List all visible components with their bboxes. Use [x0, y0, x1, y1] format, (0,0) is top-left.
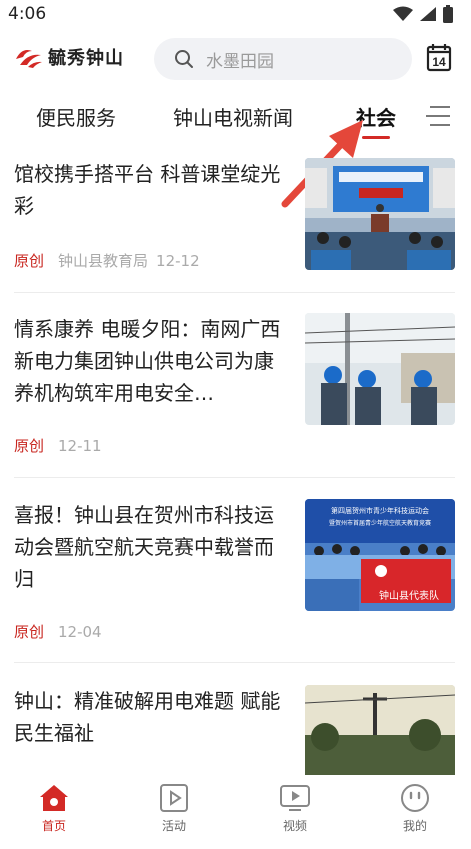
search-icon	[175, 50, 193, 68]
nav-label: 我的	[402, 819, 427, 833]
news-thumbnail	[305, 313, 455, 425]
news-date: 12-04	[58, 623, 102, 641]
calendar-button[interactable]: 14	[426, 42, 452, 76]
team-photo: 第四届贺州市青少年科技运动会 暨贺州市首届青少年航空航天教育竞赛 钟山县代表队	[305, 499, 455, 611]
nav-activity[interactable]: 活动	[134, 783, 214, 834]
news-meta: 原创 12-04	[14, 621, 102, 642]
app-logo: 毓秀钟山	[14, 44, 124, 70]
app-header: 毓秀钟山 水墨田园 14	[0, 34, 471, 84]
divider	[14, 292, 455, 293]
divider	[14, 662, 455, 663]
bottom-nav: 首页 活动 视频 我的	[0, 775, 471, 849]
signal-icon	[420, 7, 436, 21]
divider	[14, 477, 455, 478]
news-date: 12-12	[156, 252, 200, 270]
thumb-text-top: 第四届贺州市青少年科技运动会	[331, 506, 429, 515]
smiley-icon	[401, 784, 429, 812]
news-title: 钟山：精准破解用电难题 赋能民生福祉	[14, 689, 281, 745]
tab-society[interactable]: 社会	[356, 102, 396, 131]
original-tag: 原创	[14, 437, 45, 455]
classroom-photo	[305, 158, 455, 270]
search-input[interactable]: 水墨田园	[154, 38, 412, 80]
news-title: 情系康养 电暖夕阳：南网广西新电力集团钟山供电公司为康养机构筑牢用电安全…	[14, 317, 281, 405]
wifi-icon	[393, 6, 413, 21]
news-title: 馆校携手搭平台 科普课堂绽光彩	[14, 162, 281, 218]
status-time: 4:06	[8, 4, 47, 24]
news-item[interactable]: 情系康养 电暖夕阳：南网广西新电力集团钟山供电公司为康养机构筑牢用电安全… 原创…	[0, 313, 471, 491]
news-thumbnail: 第四届贺州市青少年科技运动会 暨贺州市首届青少年航空航天教育竞赛 钟山县代表队	[305, 499, 455, 611]
thumb-text-mid: 暨贺州市首届青少年航空航天教育竞赛	[329, 519, 431, 527]
original-tag: 原创	[14, 623, 45, 641]
original-tag: 原创	[14, 252, 45, 270]
nav-home[interactable]: 首页	[14, 783, 94, 834]
thumb-banner-text: 钟山县代表队	[379, 589, 439, 602]
news-source: 钟山县教育局	[58, 252, 149, 270]
nav-label: 首页	[41, 819, 66, 833]
news-title: 喜报！钟山县在贺州市科技运动会暨航空航天竞赛中载誉而归	[14, 503, 274, 591]
news-item[interactable]: 喜报！钟山县在贺州市科技运动会暨航空航天竞赛中载誉而归 原创 12-04 第四届贺…	[0, 499, 471, 677]
battery-icon	[443, 5, 453, 23]
nav-label: 活动	[161, 819, 186, 833]
channel-menu-icon[interactable]	[424, 104, 452, 128]
tab-tv-news[interactable]: 钟山电视新闻	[173, 102, 293, 131]
electricians-photo	[305, 313, 455, 425]
logo-text: 毓秀钟山	[48, 48, 124, 69]
calendar-day: 14	[432, 55, 446, 69]
home-icon	[40, 785, 68, 811]
news-item[interactable]: 钟山：精准破解用电难题 赋能民生福祉	[0, 685, 471, 775]
nav-mine[interactable]: 我的	[375, 783, 455, 834]
news-date: 12-11	[58, 437, 102, 455]
active-tab-indicator	[362, 136, 390, 139]
logo-mark-icon	[16, 50, 42, 68]
nav-video[interactable]: 视频	[255, 783, 335, 834]
tab-convenience[interactable]: 便民服务	[36, 102, 116, 131]
news-thumbnail	[305, 158, 455, 270]
power-line-photo	[305, 685, 455, 775]
news-item[interactable]: 馆校携手搭平台 科普课堂绽光彩 原创 钟山县教育局 12-12	[0, 158, 471, 336]
tv-icon	[280, 785, 310, 811]
status-bar: 4:06	[0, 0, 471, 30]
status-icons	[393, 5, 453, 23]
play-square-icon	[160, 784, 188, 812]
news-meta: 原创 钟山县教育局 12-12	[14, 250, 200, 271]
calendar-icon: 14	[426, 44, 452, 72]
nav-label: 视频	[282, 819, 307, 833]
news-thumbnail	[305, 685, 455, 775]
search-placeholder: 水墨田园	[206, 51, 274, 72]
channel-tabs: 便民服务 钟山电视新闻 社会	[0, 96, 471, 139]
news-meta: 原创 12-11	[14, 435, 102, 456]
